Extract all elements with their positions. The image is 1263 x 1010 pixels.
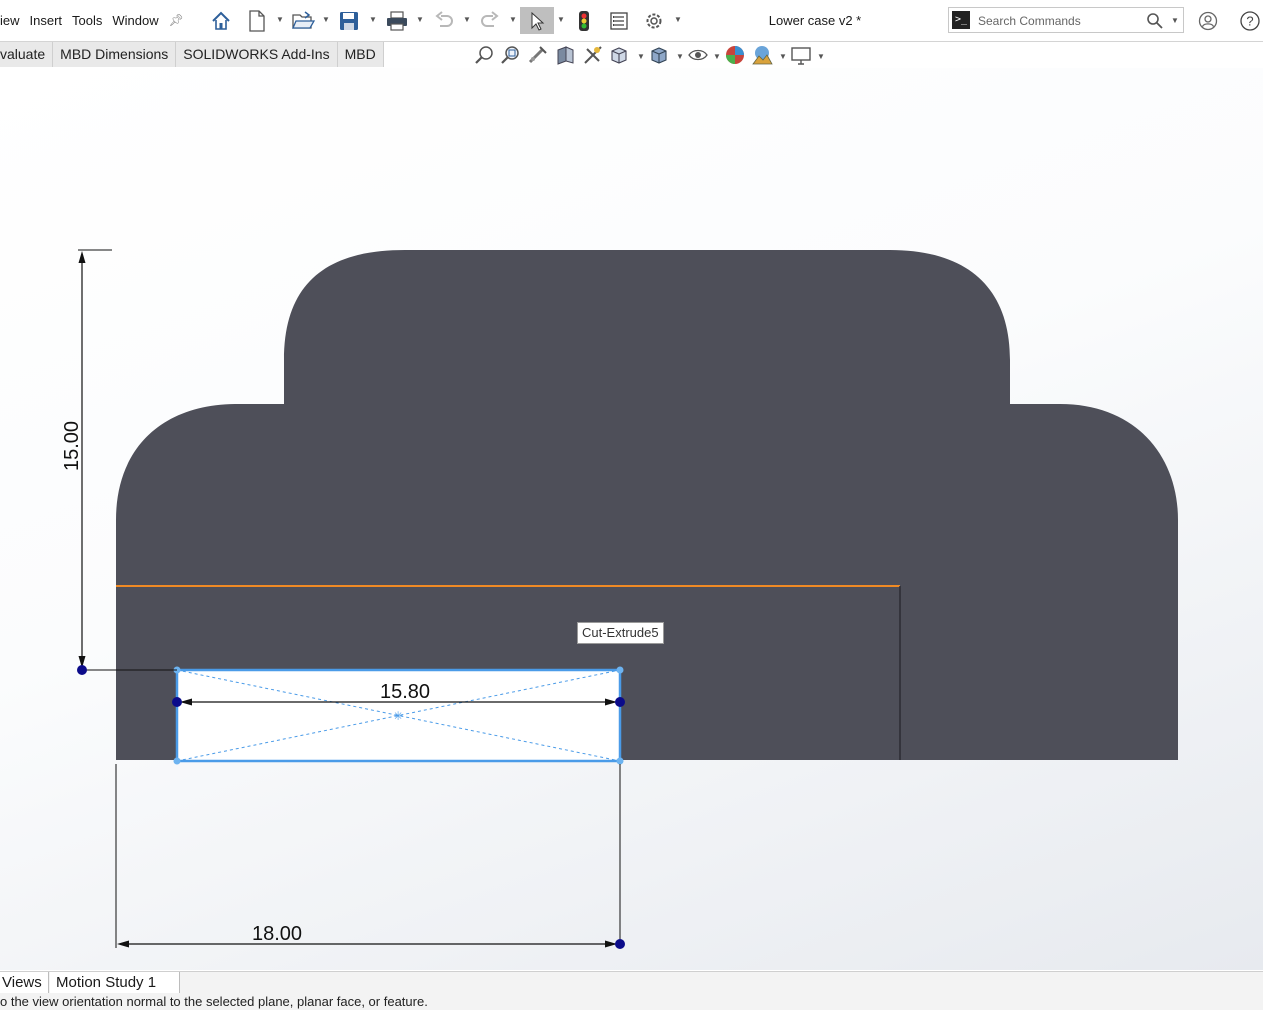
status-bar-text: o the view orientation normal to the sel… [0, 993, 1263, 1010]
print-dropdown-icon[interactable]: ▼ [416, 15, 424, 24]
apply-scene-dropdown-icon[interactable]: ▼ [779, 52, 787, 61]
pin-icon[interactable]: 📌︎ [169, 13, 184, 28]
dimension-endpoint[interactable] [77, 665, 87, 675]
sketch-corner-point[interactable] [616, 666, 624, 674]
undo-dropdown-icon[interactable]: ▼ [463, 15, 471, 24]
redo-icon[interactable] [478, 7, 502, 34]
redo-dropdown-icon[interactable]: ▼ [509, 15, 517, 24]
document-title: Lower case v2 * [768, 13, 862, 28]
dimension-value-horizontal[interactable]: 18.00 [252, 923, 302, 945]
graphics-viewport[interactable]: ✳ 15.00 15.80 18.00 Cut-Extrude5 [0, 68, 1263, 970]
view-settings-dropdown-icon[interactable]: ▼ [817, 52, 825, 61]
dimension-value-vertical[interactable]: 15.00 [61, 421, 83, 471]
dimension-value-width[interactable]: 15.80 [380, 681, 430, 703]
print-icon[interactable] [384, 7, 410, 34]
feature-tooltip: Cut-Extrude5 [577, 622, 664, 644]
options-dropdown-icon[interactable]: ▼ [674, 15, 682, 24]
center-point-marker[interactable]: ✳ [393, 709, 403, 723]
view-settings-icon[interactable] [790, 44, 812, 66]
menu-items: iew Insert Tools Window 📌︎ [0, 13, 184, 28]
command-manager-tabs: valuate MBD Dimensions SOLIDWORKS Add-In… [0, 42, 384, 67]
tab-motion-study-1[interactable]: Motion Study 1 [50, 972, 180, 993]
search-commands-box[interactable]: >_ Search Commands ▼ [948, 7, 1184, 33]
new-document-icon[interactable] [246, 7, 268, 34]
menu-bar: iew Insert Tools Window 📌︎ ▼ ▼ ▼ ▼ ▼ ▼ ▼ [0, 0, 1263, 42]
command-prompt-icon: >_ [952, 11, 970, 29]
options-icon[interactable] [641, 7, 667, 34]
open-dropdown-icon[interactable]: ▼ [322, 15, 330, 24]
select-icon[interactable] [520, 7, 554, 34]
open-icon[interactable] [290, 7, 316, 34]
sketch-corner-point[interactable] [616, 757, 624, 765]
select-dropdown-icon[interactable]: ▼ [557, 15, 565, 24]
menu-tools[interactable]: Tools [72, 13, 102, 28]
file-properties-icon[interactable] [607, 7, 631, 34]
svg-text:?: ? [1246, 13, 1253, 28]
tab-evaluate[interactable]: valuate [0, 42, 54, 67]
menu-insert[interactable]: Insert [30, 13, 63, 28]
hide-show-dropdown-icon[interactable]: ▼ [713, 52, 721, 61]
dimension-arrow [117, 940, 129, 948]
previous-view-icon[interactable] [527, 44, 549, 66]
search-icon[interactable] [1146, 12, 1164, 33]
zoom-to-area-icon[interactable] [500, 44, 522, 66]
edit-appearance-icon[interactable] [724, 44, 746, 66]
new-dropdown-icon[interactable]: ▼ [276, 15, 284, 24]
menu-view[interactable]: iew [0, 13, 20, 28]
bottom-tab-bar: Views Motion Study 1 [0, 971, 1263, 994]
undo-icon[interactable] [432, 7, 456, 34]
user-account-icon[interactable] [1197, 7, 1219, 34]
dimension-arrow [78, 251, 86, 263]
dimension-endpoint[interactable] [615, 697, 625, 707]
dimension-endpoint[interactable] [615, 939, 625, 949]
tab-solidworks-add-ins[interactable]: SOLIDWORKS Add-Ins [176, 42, 338, 67]
search-dropdown-icon[interactable]: ▼ [1171, 16, 1179, 25]
tab-mbd-dimensions[interactable]: MBD Dimensions [53, 42, 177, 67]
dynamic-annotation-icon[interactable] [582, 44, 604, 66]
apply-scene-icon[interactable] [751, 44, 773, 66]
view-orientation-icon[interactable] [608, 44, 630, 66]
menu-window[interactable]: Window [112, 13, 158, 28]
tab-views[interactable]: Views [0, 972, 49, 993]
display-style-icon[interactable] [648, 44, 670, 66]
hide-show-items-icon[interactable] [687, 44, 709, 66]
sketch-corner-point[interactable] [173, 757, 181, 765]
sketch-canvas[interactable]: ✳ 15.00 15.80 18.00 [0, 68, 1263, 970]
save-dropdown-icon[interactable]: ▼ [369, 15, 377, 24]
display-style-dropdown-icon[interactable]: ▼ [676, 52, 684, 61]
tab-mbd[interactable]: MBD [337, 42, 384, 67]
zoom-to-fit-icon[interactable] [474, 44, 496, 66]
rebuild-icon[interactable] [575, 7, 593, 34]
home-icon[interactable] [208, 7, 234, 34]
dimension-endpoint[interactable] [172, 697, 182, 707]
save-icon[interactable] [337, 7, 361, 34]
section-view-icon[interactable] [554, 44, 576, 66]
help-icon[interactable]: ? [1238, 7, 1262, 34]
view-orientation-dropdown-icon[interactable]: ▼ [637, 52, 645, 61]
search-placeholder: Search Commands [978, 14, 1081, 28]
